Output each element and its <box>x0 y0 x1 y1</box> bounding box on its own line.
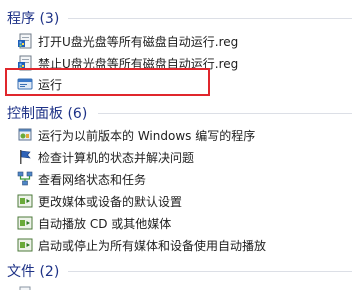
result-item-default-media-settings[interactable]: 更改媒体或设备的默认设置 <box>17 191 352 211</box>
result-item-label: 启动或停止为所有媒体和设备使用自动播放 <box>38 239 267 253</box>
network-icon <box>17 171 33 187</box>
result-item-action-center[interactable]: 检查计算机的状态并解决问题 <box>17 147 352 167</box>
file-icon <box>17 286 33 290</box>
selection-highlight <box>5 68 210 96</box>
section-header-files[interactable]: 文件 (2) <box>0 259 352 281</box>
compatibility-icon <box>17 127 33 143</box>
result-item-compatibility[interactable]: 运行为以前版本的 Windows 编写的程序 <box>17 125 352 145</box>
result-item-autoplay-cd[interactable]: 自动播放 CD 或其他媒体 <box>17 213 352 233</box>
section-title-programs: 程序 (3) <box>7 11 60 27</box>
section-divider <box>68 271 352 272</box>
autoplay-icon <box>17 215 33 231</box>
result-item-partial[interactable] <box>17 282 352 290</box>
section-title-control-panel: 控制面板 (6) <box>7 106 88 122</box>
result-item-toggle-autoplay[interactable]: 启动或停止为所有媒体和设备使用自动播放 <box>17 235 352 255</box>
action-center-flag-icon <box>17 149 33 165</box>
result-item-label: 运行为以前版本的 Windows 编写的程序 <box>38 129 256 143</box>
result-item-enable-autorun-reg[interactable]: 打开U盘光盘等所有磁盘自动运行.reg <box>17 31 352 51</box>
result-item-label: 更改媒体或设备的默认设置 <box>38 195 183 209</box>
result-item-network-status[interactable]: 查看网络状态和任务 <box>17 169 352 189</box>
result-item-label: 打开U盘光盘等所有磁盘自动运行.reg <box>38 35 239 49</box>
result-item-label: 检查计算机的状态并解决问题 <box>38 151 195 165</box>
section-header-programs[interactable]: 程序 (3) <box>0 6 352 28</box>
reg-file-icon <box>17 33 33 49</box>
autoplay-icon <box>17 237 33 253</box>
section-divider <box>98 113 352 114</box>
result-item-label: 查看网络状态和任务 <box>38 173 147 187</box>
section-header-control-panel[interactable]: 控制面板 (6) <box>0 101 352 123</box>
result-item-label: 自动播放 CD 或其他媒体 <box>38 217 172 231</box>
autoplay-icon <box>17 193 33 209</box>
section-title-files: 文件 (2) <box>7 264 60 280</box>
section-divider <box>68 18 352 19</box>
